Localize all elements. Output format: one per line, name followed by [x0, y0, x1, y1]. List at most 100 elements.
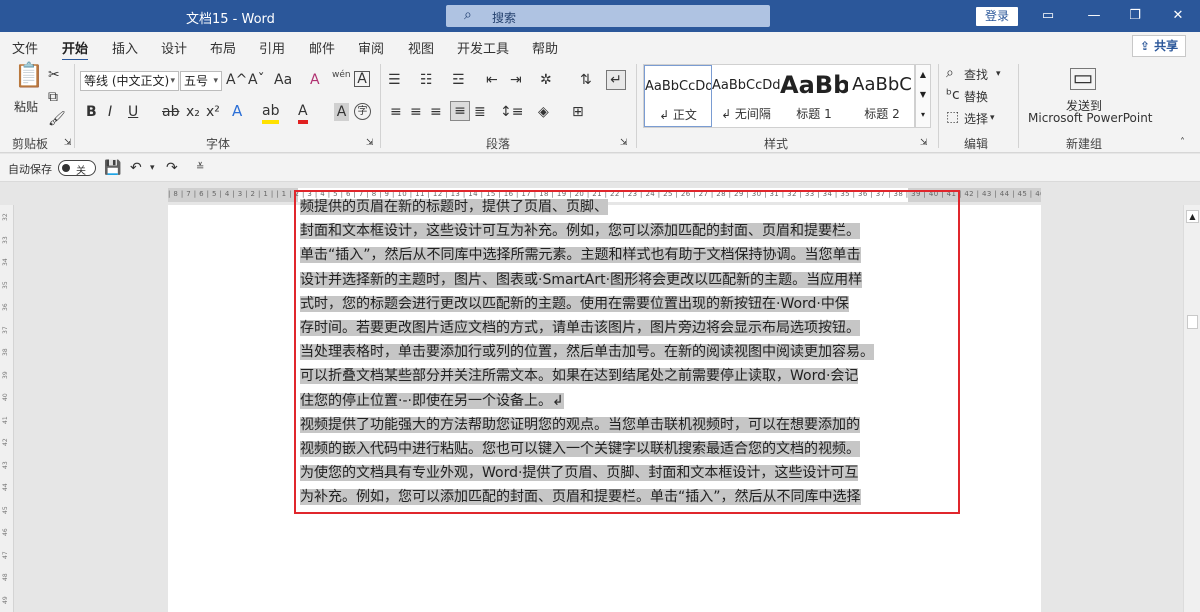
style-normal[interactable]: AaBbCcDd ↲ 正文 — [644, 65, 712, 127]
distributed-icon[interactable]: ≣ — [474, 103, 486, 121]
undo-icon[interactable]: ↶ — [130, 159, 142, 177]
tab-insert[interactable]: 插入 — [112, 38, 138, 57]
ribbon-display-options-icon[interactable]: ▭ — [1036, 7, 1060, 25]
select-icon[interactable]: ⬚ — [946, 108, 959, 126]
chevron-down-icon[interactable]: ▾ — [150, 159, 155, 177]
shading-icon[interactable]: ◈ — [538, 103, 549, 121]
customize-qat-icon[interactable]: ≚ — [196, 159, 204, 177]
tab-review[interactable]: 审阅 — [358, 38, 384, 57]
borders-icon[interactable]: ⊞ — [572, 103, 584, 121]
superscript-icon[interactable]: x² — [206, 103, 220, 121]
sort-icon[interactable]: ⇅ — [580, 71, 592, 89]
replace-icon[interactable]: ᵇc — [946, 86, 960, 104]
styles-scroll[interactable]: ▲ ▼ ▾ — [915, 64, 931, 128]
toggle-knob — [62, 164, 70, 172]
tab-mailings[interactable]: 邮件 — [309, 38, 335, 57]
change-case-icon[interactable]: Aa — [274, 71, 292, 89]
show-paragraph-marks-icon[interactable]: ↵ — [606, 70, 626, 90]
decrease-indent-icon[interactable]: ⇤ — [486, 71, 498, 89]
character-shading-icon[interactable]: A — [334, 103, 349, 121]
font-size-dropdown[interactable]: 五号 ▾ — [180, 71, 222, 91]
find-icon[interactable]: ⌕ — [946, 64, 954, 82]
subscript-icon[interactable]: x₂ — [186, 103, 200, 121]
cut-icon[interactable]: ✂ — [48, 66, 60, 84]
copy-icon[interactable]: ⧉ — [48, 88, 58, 106]
more-styles-icon[interactable]: ▾ — [916, 105, 930, 125]
bullets-icon[interactable]: ☰ — [388, 71, 401, 89]
annotation-box — [294, 190, 960, 514]
replace-label[interactable]: 替换 — [964, 88, 988, 105]
style-name: 标题 1 — [796, 107, 832, 121]
multilevel-list-icon[interactable]: ☲ — [452, 71, 465, 89]
font-launcher-icon[interactable]: ⇲ — [366, 134, 374, 152]
styles-launcher-icon[interactable]: ⇲ — [920, 134, 928, 152]
chevron-down-icon[interactable]: ▼ — [916, 85, 930, 105]
chevron-down-icon: ▾ — [213, 76, 218, 86]
share-button[interactable]: ⇪ 共享 — [1132, 35, 1186, 57]
save-icon[interactable]: 💾 — [104, 159, 121, 177]
clear-formatting-icon[interactable]: A — [310, 71, 320, 89]
paragraph-launcher-icon[interactable]: ⇲ — [620, 134, 628, 152]
tab-developer[interactable]: 开发工具 — [457, 38, 509, 57]
numbering-icon[interactable]: ☷ — [420, 71, 433, 89]
separator — [938, 64, 939, 148]
line-spacing-icon[interactable]: ↕≡ — [500, 103, 523, 121]
ruler-tick: 40 — [2, 393, 9, 401]
underline-icon[interactable]: U — [128, 103, 138, 121]
send-to-app-label[interactable]: Microsoft PowerPoint — [1028, 111, 1153, 125]
increase-indent-icon[interactable]: ⇥ — [510, 71, 522, 89]
tab-layout[interactable]: 布局 — [210, 38, 236, 57]
search-box[interactable]: ⌕ 搜索 — [446, 5, 770, 27]
highlight-icon[interactable]: ab — [262, 102, 280, 124]
justify-icon[interactable]: ≡ — [450, 101, 470, 121]
paste-label[interactable]: 粘贴 — [14, 98, 38, 115]
style-no-spacing[interactable]: AaBbCcDd ↲ 无间隔 — [712, 65, 780, 127]
format-painter-icon[interactable]: 🖌 — [48, 110, 66, 128]
tab-view[interactable]: 视图 — [408, 38, 434, 57]
tab-references[interactable]: 引用 — [259, 38, 285, 57]
ruler-tick: 42 — [2, 438, 9, 446]
enclose-characters-icon[interactable]: 字 — [354, 103, 371, 120]
chinese-layout-icon[interactable]: ✲ — [540, 71, 552, 89]
paste-icon[interactable]: 📋 — [14, 63, 44, 87]
tab-file[interactable]: 文件 — [12, 38, 38, 57]
scroll-up-icon[interactable]: ▲ — [1186, 210, 1199, 223]
shrink-font-icon[interactable]: Aˇ — [248, 71, 265, 89]
find-label[interactable]: 查找 — [964, 66, 988, 83]
vertical-scrollbar[interactable]: ▲ — [1183, 205, 1200, 612]
align-left-icon[interactable]: ≡ — [390, 103, 402, 121]
phonetic-guide-icon[interactable]: wén — [332, 70, 351, 80]
select-label[interactable]: 选择 — [964, 110, 988, 127]
align-center-icon[interactable]: ≡ — [410, 103, 422, 121]
tab-design[interactable]: 设计 — [161, 38, 187, 57]
text-effects-icon[interactable]: A — [232, 102, 242, 120]
character-border-icon[interactable]: A — [354, 71, 370, 87]
chevron-down-icon[interactable]: ▾ — [990, 109, 995, 127]
vertical-ruler[interactable]: 32 33 34 35 36 37 38 39 40 41 42 43 44 45 46 47 48 49 — [0, 205, 14, 612]
autosave-toggle[interactable]: 关 — [58, 160, 96, 177]
bold-icon[interactable]: B — [86, 103, 97, 121]
clipboard-launcher-icon[interactable]: ⇲ — [64, 134, 72, 152]
restore-icon[interactable]: ❐ — [1123, 7, 1147, 25]
minimize-icon[interactable]: — — [1082, 7, 1106, 25]
font-name-dropdown[interactable]: 等线 (中文正文) ▾ — [80, 71, 179, 91]
align-right-icon[interactable]: ≡ — [430, 103, 442, 121]
style-heading-2[interactable]: AaBbC 标题 2 — [848, 65, 916, 127]
tab-help[interactable]: 帮助 — [532, 38, 558, 57]
collapse-ribbon-icon[interactable]: ˄ — [1180, 134, 1185, 152]
chevron-down-icon[interactable]: ▾ — [996, 65, 1001, 83]
tab-home[interactable]: 开始 — [62, 38, 89, 62]
scroll-thumb[interactable] — [1187, 315, 1198, 329]
style-name: ↲ 无间隔 — [721, 107, 771, 121]
login-button[interactable]: 登录 — [976, 7, 1018, 26]
powerpoint-icon[interactable]: ▭ — [1070, 68, 1096, 90]
italic-icon[interactable]: I — [108, 103, 112, 121]
ruler-tick: 37 — [2, 325, 9, 334]
grow-font-icon[interactable]: A^ — [226, 71, 247, 89]
style-heading-1[interactable]: AaBb 标题 1 — [780, 65, 848, 127]
close-icon[interactable]: ✕ — [1166, 7, 1190, 25]
chevron-up-icon[interactable]: ▲ — [916, 65, 930, 85]
font-color-icon[interactable]: A — [298, 102, 308, 124]
strikethrough-icon[interactable]: ab — [162, 103, 179, 121]
redo-icon[interactable]: ↷ — [166, 159, 178, 177]
